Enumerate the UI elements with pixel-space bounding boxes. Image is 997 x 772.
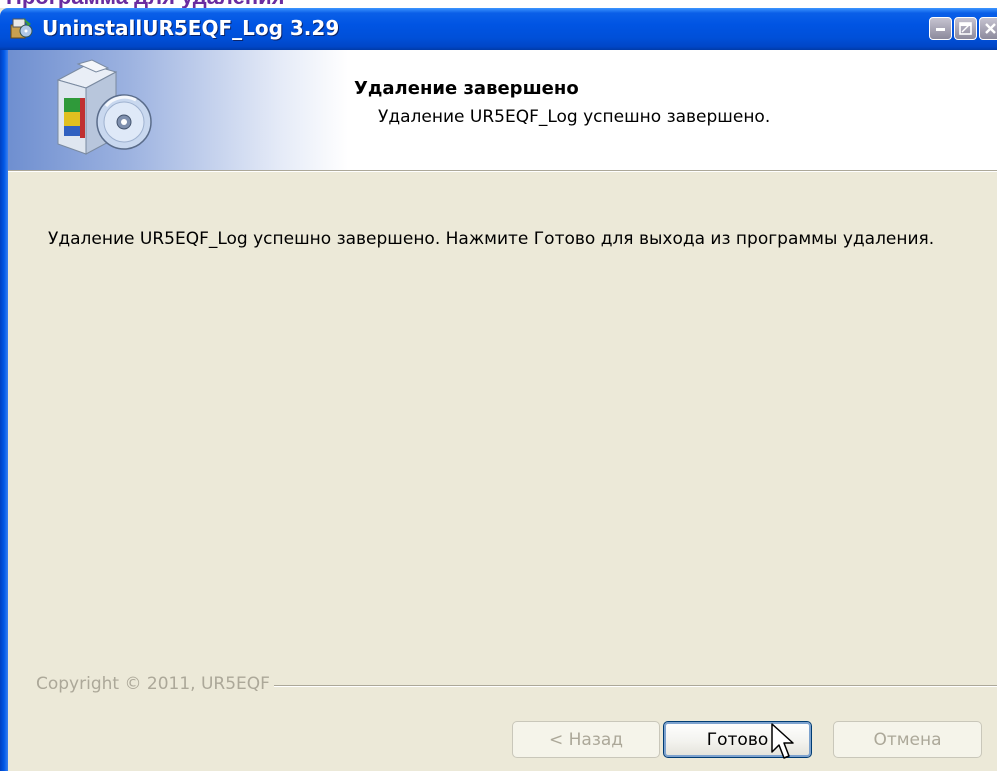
cancel-button[interactable]: Отмена bbox=[833, 721, 982, 758]
completion-message: Удаление UR5EQF_Log успешно завершено. Н… bbox=[48, 229, 935, 249]
mouse-pointer-icon bbox=[770, 722, 796, 768]
window-left-border bbox=[0, 50, 8, 771]
close-button[interactable] bbox=[979, 17, 997, 40]
uninstall-wizard-window: UninstallUR5EQF_Log 3.29 Удаление заверш… bbox=[0, 8, 997, 771]
background-page-text: Программа для удаления bbox=[6, 0, 284, 8]
header-subtitle: Удаление UR5EQF_Log успешно завершено. bbox=[378, 107, 771, 127]
header-title: Удаление завершено bbox=[354, 78, 579, 99]
window-title: UninstallUR5EQF_Log 3.29 bbox=[42, 16, 340, 40]
maximize-button[interactable] bbox=[954, 17, 977, 40]
minimize-button[interactable] bbox=[929, 17, 952, 40]
header-divider-highlight bbox=[8, 171, 997, 172]
back-button[interactable]: < Назад bbox=[512, 721, 660, 758]
software-box-cd-icon bbox=[48, 58, 158, 158]
maximize-icon bbox=[959, 22, 972, 35]
title-bar[interactable]: UninstallUR5EQF_Log 3.29 bbox=[0, 8, 997, 50]
background-page-strip: Программа для удаления bbox=[0, 0, 997, 8]
copyright-label: Copyright © 2011, UR5EQF bbox=[36, 674, 274, 694]
minimize-icon bbox=[936, 28, 945, 31]
wizard-header: Удаление завершено Удаление UR5EQF_Log у… bbox=[8, 50, 997, 170]
setup-app-icon[interactable] bbox=[8, 15, 34, 41]
close-icon bbox=[985, 23, 996, 34]
